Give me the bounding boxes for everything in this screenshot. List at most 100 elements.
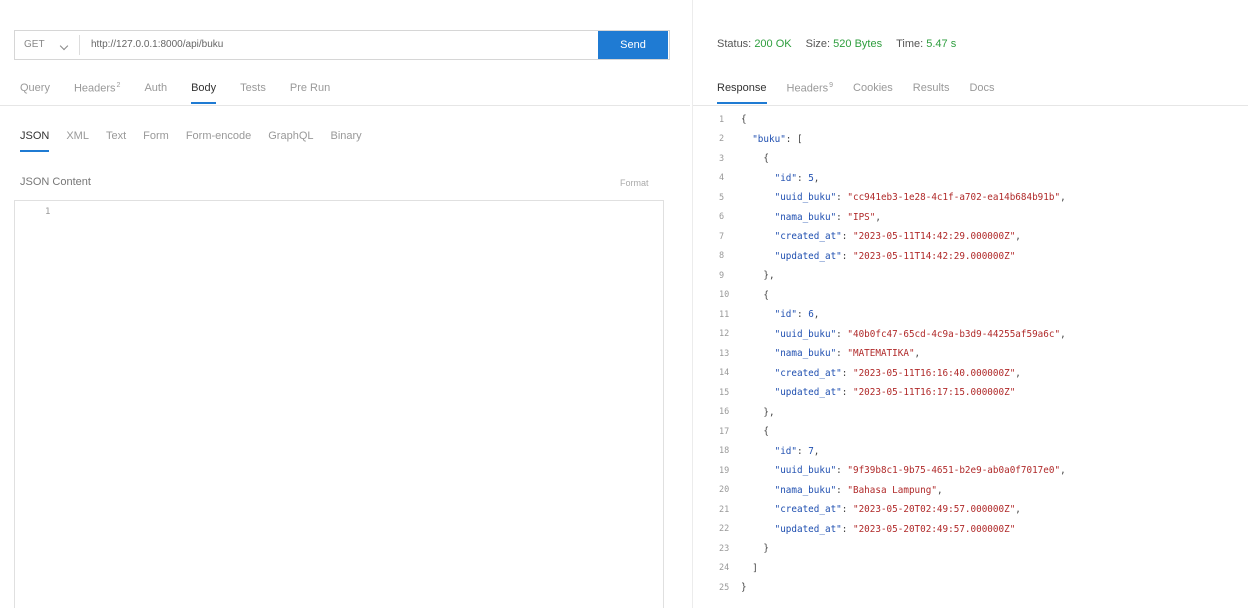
code-line: 6 "nama_buku": "IPS",	[719, 208, 1066, 228]
code-line: 4 "id": 5,	[719, 169, 1066, 189]
code-line: 15 "updated_at": "2023-05-11T16:17:15.00…	[719, 383, 1066, 403]
json-string: "2023-05-11T16:16:40.000000Z"	[852, 367, 1016, 379]
body-tab-binary[interactable]: Binary	[331, 130, 362, 152]
send-button[interactable]: Send	[598, 31, 668, 59]
json-key: "uuid_buku"	[774, 465, 837, 477]
json-content-label: JSON Content	[20, 176, 91, 188]
tab-auth[interactable]: Auth	[144, 82, 167, 104]
url-input[interactable]: http://127.0.0.1:8000/api/buku	[91, 39, 223, 50]
json-key: "created_at"	[774, 367, 842, 379]
line-number: 7	[719, 231, 725, 242]
json-key: "id"	[774, 445, 797, 457]
json-key: "id"	[774, 309, 797, 321]
code-line: 10 {	[719, 286, 1066, 306]
json-punct: : [	[785, 133, 803, 145]
body-type-tabs: JSON XML Text Form Form-encode GraphQL Binary	[20, 130, 379, 152]
json-key: "updated_at"	[774, 387, 842, 399]
line-number: 12	[719, 329, 730, 340]
json-string: "40b0fc47-65cd-4c9a-b3d9-44255af59a6c"	[847, 328, 1061, 340]
tab-headers[interactable]: Headers2	[74, 82, 120, 105]
json-punct: ]	[752, 562, 758, 574]
line-number: 1	[45, 207, 51, 217]
json-punct: ,	[936, 484, 943, 496]
json-key: "updated_at"	[774, 523, 842, 535]
json-string: "2023-05-20T02:49:57.000000Z"	[852, 523, 1016, 535]
json-punct: },	[763, 270, 775, 282]
tab-count-badge: 2	[116, 82, 121, 89]
line-number: 9	[719, 270, 725, 281]
json-punct: ,	[1015, 231, 1021, 243]
response-tab-docs[interactable]: Docs	[969, 82, 994, 104]
tab-query[interactable]: Query	[20, 82, 50, 104]
json-editor[interactable]: 1	[14, 200, 664, 608]
json-string: "2023-05-11T14:42:29.000000Z"	[852, 250, 1016, 262]
format-button[interactable]: Format	[620, 178, 649, 188]
code-line: 11 "id": 6,	[719, 305, 1066, 325]
tab-count-badge: 9	[829, 82, 834, 89]
json-string: "2023-05-11T16:17:15.000000Z"	[852, 387, 1016, 399]
chevron-down-icon[interactable]	[59, 41, 69, 51]
code-line: 25}	[719, 578, 1066, 598]
json-punct: :	[836, 211, 848, 223]
body-tab-json[interactable]: JSON	[20, 130, 50, 152]
response-tab-results[interactable]: Results	[913, 82, 950, 104]
divider	[693, 105, 1248, 106]
request-pane: GET http://127.0.0.1:8000/api/buku Send …	[0, 0, 690, 608]
json-punct: ,	[914, 348, 921, 360]
method-select[interactable]: GET	[24, 39, 45, 50]
response-tab-response[interactable]: Response	[717, 82, 767, 104]
body-tab-xml[interactable]: XML	[66, 130, 89, 152]
time-value: 5.47 s	[926, 38, 957, 50]
body-tab-form[interactable]: Form	[143, 130, 169, 152]
line-number: 19	[719, 465, 730, 476]
json-punct: :	[841, 387, 853, 399]
json-punct: ,	[1060, 328, 1066, 340]
tab-pre-run[interactable]: Pre Run	[290, 82, 330, 104]
json-punct: ,	[875, 211, 881, 223]
tab-body[interactable]: Body	[191, 82, 217, 104]
json-punct: }	[763, 543, 769, 555]
response-tab-headers[interactable]: Headers9	[787, 82, 833, 105]
json-string: "IPS"	[847, 211, 876, 223]
response-body[interactable]: 1{2 "buku": [3 {4 "id": 5,5 "uuid_buku":…	[719, 110, 1066, 598]
response-pane: Status: 200 OK Size: 520 Bytes Time: 5.4…	[693, 0, 1248, 608]
code-line: 7 "created_at": "2023-05-11T14:42:29.000…	[719, 227, 1066, 247]
code-line: 23 }	[719, 539, 1066, 559]
body-tab-graphql[interactable]: GraphQL	[268, 130, 313, 152]
code-line: 20 "nama_buku": "Bahasa Lampung",	[719, 481, 1066, 501]
json-key: "created_at"	[774, 504, 842, 516]
response-tab-cookies[interactable]: Cookies	[853, 82, 893, 104]
json-string: "9f39b8c1-9b75-4651-b2e9-ab0a0f7017e0"	[847, 465, 1061, 477]
code-line: 16 },	[719, 403, 1066, 423]
json-key: "uuid_buku"	[774, 192, 837, 204]
line-number: 25	[719, 582, 730, 593]
line-number: 10	[719, 290, 730, 301]
json-punct: :	[836, 484, 848, 496]
line-number: 2	[719, 134, 725, 145]
body-tab-text[interactable]: Text	[106, 130, 126, 152]
line-number: 20	[719, 485, 730, 496]
code-line: 14 "created_at": "2023-05-11T16:16:40.00…	[719, 364, 1066, 384]
json-punct: }	[741, 582, 747, 594]
json-punct: ,	[1015, 367, 1021, 379]
code-line: 12 "uuid_buku": "40b0fc47-65cd-4c9a-b3d9…	[719, 325, 1066, 345]
json-string: "2023-05-11T14:42:29.000000Z"	[852, 231, 1016, 243]
tab-tests[interactable]: Tests	[240, 82, 266, 104]
body-tab-form-encode[interactable]: Form-encode	[186, 130, 251, 152]
url-separator	[79, 35, 80, 55]
url-bar[interactable]: GET http://127.0.0.1:8000/api/buku	[14, 30, 670, 60]
